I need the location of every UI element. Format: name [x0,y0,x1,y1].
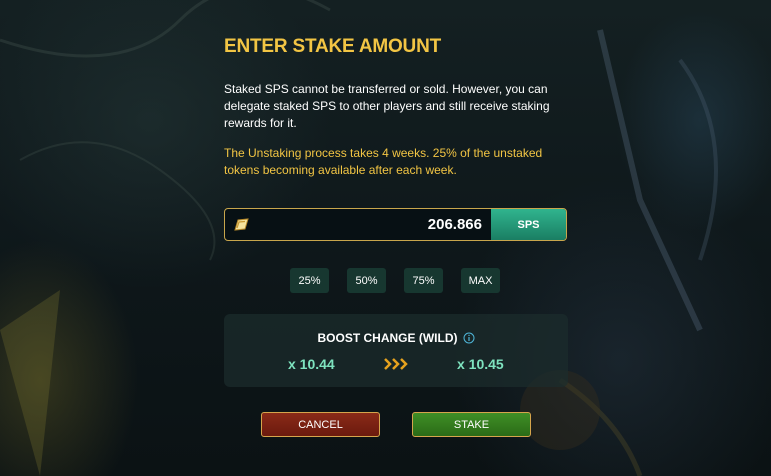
info-icon[interactable] [463,332,475,344]
stake-amount-input[interactable] [257,209,491,240]
percent-50-button[interactable]: 50% [347,268,386,293]
percent-75-button[interactable]: 75% [404,268,443,293]
dialog-title: ENTER STAKE AMOUNT [224,36,442,57]
stake-button[interactable]: STAKE [412,412,531,437]
triple-chevron-right-icon [384,357,410,376]
token-symbol: SPS [491,209,566,240]
unstaking-note: The Unstaking process takes 4 weeks. 25%… [224,146,543,177]
boost-current-value: x 10.44 [288,356,335,372]
percent-25-button[interactable]: 25% [290,268,329,293]
boost-title-row: BOOST CHANGE (WILD) [224,331,568,345]
boost-new-value: x 10.45 [457,356,504,372]
staking-description: Staked SPS cannot be transferred or sold… [224,82,550,130]
cancel-button[interactable]: CANCEL [261,412,380,437]
boost-change-panel: BOOST CHANGE (WILD) x 10.44 x 10.45 [224,314,568,387]
stake-amount-field[interactable]: SPS [224,208,567,241]
sps-token-icon [225,209,257,240]
boost-title: BOOST CHANGE (WILD) [317,331,458,345]
stake-dialog: ENTER STAKE AMOUNT Staked SPS cannot be … [0,0,771,476]
max-button[interactable]: MAX [461,268,500,293]
